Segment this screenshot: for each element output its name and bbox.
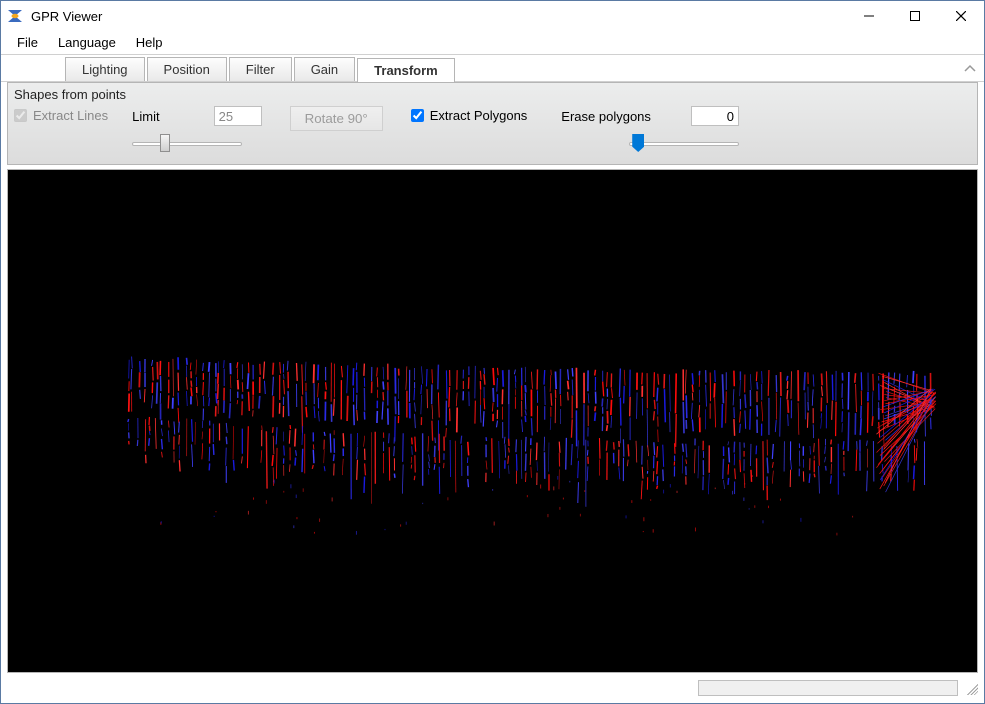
titlebar: GPR Viewer	[1, 1, 984, 31]
extract-polygons-label: Extract Polygons	[430, 108, 528, 123]
tool-panel-transform: Shapes from points Extract Lines Limit R…	[7, 82, 978, 165]
limit-slider[interactable]	[132, 132, 242, 156]
tabstrip: Lighting Position Filter Gain Transform	[1, 55, 984, 81]
rotate-90-label: Rotate 90°	[305, 111, 368, 126]
panel-title: Shapes from points	[8, 83, 977, 104]
collapse-panel-icon[interactable]	[964, 61, 976, 76]
erase-polygons-label: Erase polygons	[561, 109, 651, 124]
tab-lighting[interactable]: Lighting	[65, 57, 145, 81]
tab-transform[interactable]: Transform	[357, 58, 455, 82]
extract-lines-label: Extract Lines	[33, 108, 108, 123]
maximize-button[interactable]	[892, 1, 938, 31]
menu-help[interactable]: Help	[126, 33, 173, 52]
close-button[interactable]	[938, 1, 984, 31]
erase-polygons-field[interactable]	[691, 106, 739, 126]
extract-lines-checkbox	[14, 109, 27, 122]
window-title: GPR Viewer	[31, 9, 846, 24]
resize-grip-icon[interactable]	[964, 681, 978, 695]
window-controls	[846, 1, 984, 31]
menubar: File Language Help	[1, 31, 984, 55]
minimize-button[interactable]	[846, 1, 892, 31]
menu-file[interactable]: File	[7, 33, 48, 52]
extract-polygons-checkbox[interactable]	[411, 109, 424, 122]
tab-position[interactable]: Position	[147, 57, 227, 81]
menu-language[interactable]: Language	[48, 33, 126, 52]
limit-label: Limit	[132, 109, 159, 124]
app-icon	[7, 8, 23, 24]
rotate-90-button: Rotate 90°	[290, 106, 383, 131]
gpr-3d-viewport[interactable]	[7, 169, 978, 673]
limit-field	[214, 106, 262, 126]
progress-bar	[698, 680, 958, 696]
statusbar	[7, 677, 978, 699]
erase-polygons-slider[interactable]	[629, 132, 739, 156]
tab-filter[interactable]: Filter	[229, 57, 292, 81]
tab-gain[interactable]: Gain	[294, 57, 355, 81]
